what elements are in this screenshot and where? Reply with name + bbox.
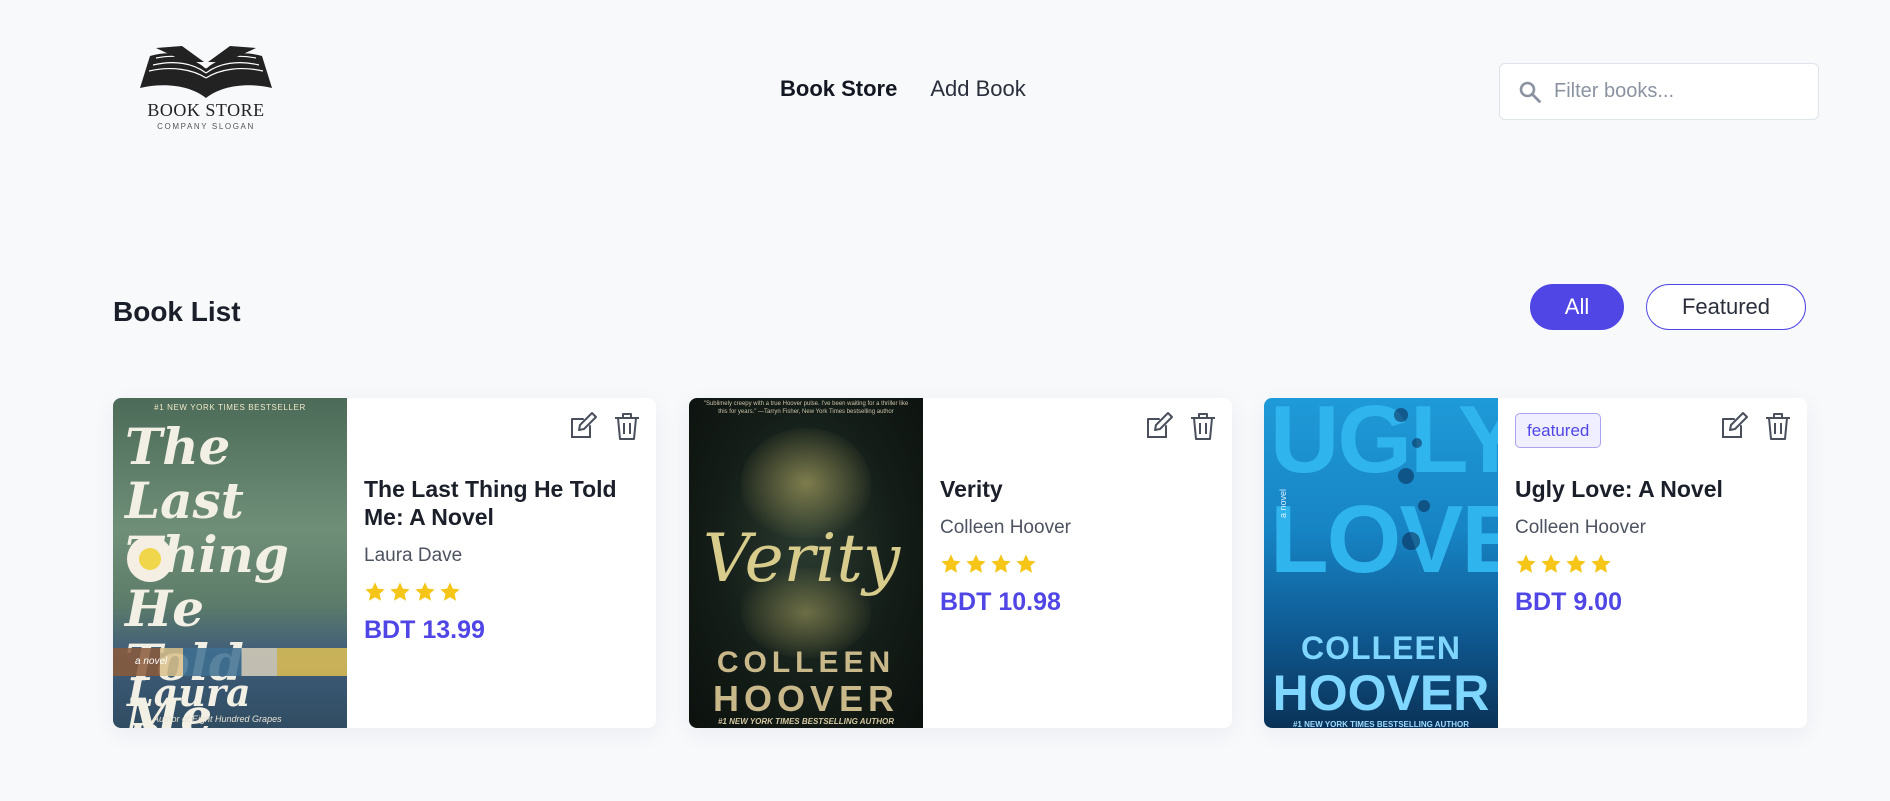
book-title[interactable]: Ugly Love: A Novel — [1515, 475, 1805, 503]
search-icon — [1519, 81, 1541, 103]
nav-add-book[interactable]: Add Book — [930, 76, 1025, 102]
star-icon — [440, 582, 460, 601]
cover-author-first: COLLEEN — [716, 646, 896, 679]
star-rating — [364, 581, 656, 603]
book-title[interactable]: The Last Thing He Told Me: A Novel — [364, 475, 654, 531]
book-author: Laura Dave — [364, 545, 463, 566]
delete-icon[interactable] — [1763, 411, 1793, 441]
book-cover: "Sublimely creepy with a true Hoover pul… — [689, 398, 923, 728]
card-actions — [568, 411, 642, 441]
star-icon — [966, 554, 986, 573]
cover-tagline: "Sublimely creepy with a true Hoover pul… — [703, 401, 909, 415]
book-card[interactable]: #1 NEW YORK TIMES BESTSELLER The Last Th… — [113, 398, 656, 728]
filter-tabs: All Featured — [1530, 284, 1806, 330]
star-icon — [1516, 554, 1536, 573]
book-price: BDT 13.99 — [364, 616, 485, 644]
logo-name: BOOK STORE — [147, 100, 265, 120]
edit-icon[interactable] — [568, 411, 598, 441]
edit-icon[interactable] — [1719, 411, 1749, 441]
filter-all-button[interactable]: All — [1530, 284, 1624, 330]
book-price: BDT 9.00 — [1515, 588, 1622, 616]
star-icon — [365, 582, 385, 601]
cover-title-line2: LOVE — [1270, 486, 1498, 593]
cover-title: Verity — [703, 520, 901, 597]
delete-icon[interactable] — [1188, 411, 1218, 441]
nav-book-store[interactable]: Book Store — [780, 76, 897, 102]
cover-author-last: HOOVER — [712, 678, 900, 719]
star-rating — [940, 553, 1232, 575]
cover-tagline: #1 NEW YORK TIMES BESTSELLER — [154, 403, 306, 412]
star-icon — [1591, 554, 1611, 573]
book-price: BDT 10.98 — [940, 588, 1061, 616]
book-info: Verity Colleen Hoover BDT 10.98 — [923, 398, 1232, 728]
book-author: Colleen Hoover — [940, 517, 1071, 538]
cover-author-last: HOOVER — [1272, 665, 1490, 721]
search-box — [1499, 63, 1819, 120]
card-actions — [1144, 411, 1218, 441]
cover-footer: #1 NEW YORK TIMES BESTSELLING AUTHOR — [1292, 720, 1469, 728]
star-rating — [1515, 553, 1807, 575]
book-cover: UGLY LOVE a novel COLLEEN HOOVER #1 NEW … — [1264, 398, 1498, 728]
cover-author-first: COLLEEN — [1301, 630, 1461, 666]
star-icon — [390, 582, 410, 601]
edit-icon[interactable] — [1144, 411, 1174, 441]
book-info: The Last Thing He Told Me: A Novel Laura… — [347, 398, 656, 728]
star-icon — [1541, 554, 1561, 573]
book-card[interactable]: UGLY LOVE a novel COLLEEN HOOVER #1 NEW … — [1264, 398, 1807, 728]
search-input[interactable] — [1554, 80, 1804, 103]
card-actions — [1719, 411, 1793, 441]
book-club-seal — [127, 536, 173, 582]
logo-slogan: COMPANY SLOGAN — [157, 122, 255, 131]
book-info: featured Ugly Love: A Novel Colleen Hoov… — [1498, 398, 1807, 728]
cover-bubbles — [1384, 408, 1444, 558]
delete-icon[interactable] — [612, 411, 642, 441]
book-card[interactable]: "Sublimely creepy with a true Hoover pul… — [689, 398, 1232, 728]
star-icon — [941, 554, 961, 573]
book-author: Colleen Hoover — [1515, 517, 1646, 538]
store-logo[interactable]: BOOK STORE COMPANY SLOGAN — [136, 46, 276, 136]
book-cover: #1 NEW YORK TIMES BESTSELLER The Last Th… — [113, 398, 347, 728]
cover-subtitle: a novel — [1278, 488, 1288, 518]
main-nav: Book Store Add Book — [780, 76, 1026, 102]
star-icon — [1566, 554, 1586, 573]
cover-footer: #1 NEW YORK TIMES BESTSELLING AUTHOR — [717, 717, 894, 726]
cover-title-line1: UGLY — [1270, 398, 1498, 493]
cover-subtitle: a novel — [135, 656, 168, 667]
cover-footer: Author of Eight Hundred Grapes — [153, 714, 282, 724]
filter-featured-button[interactable]: Featured — [1646, 284, 1806, 330]
featured-badge: featured — [1515, 413, 1602, 448]
star-icon — [991, 554, 1011, 573]
star-icon — [415, 582, 435, 601]
open-book-icon — [140, 46, 272, 98]
star-icon — [1016, 554, 1036, 573]
book-title[interactable]: Verity — [940, 475, 1230, 503]
page-title: Book List — [113, 296, 241, 327]
